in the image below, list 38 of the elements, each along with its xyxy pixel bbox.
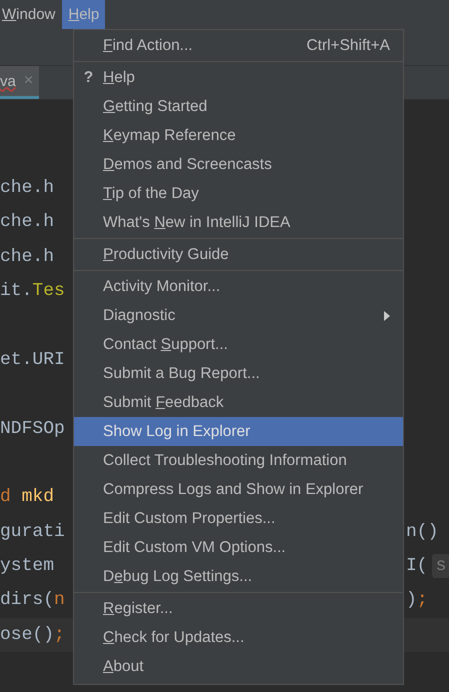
- menu-bar-item[interactable]: Window: [0, 0, 58, 29]
- code-text: gurati: [0, 522, 65, 542]
- menu-item[interactable]: Productivity Guide: [74, 240, 403, 269]
- code-text: ystem: [0, 556, 54, 576]
- menu-item[interactable]: Tip of the Day: [74, 179, 403, 208]
- code-text: n(): [406, 522, 438, 542]
- menu-item[interactable]: About: [74, 652, 403, 681]
- menu-item[interactable]: Edit Custom VM Options...: [74, 533, 403, 562]
- code-text: che.h: [0, 246, 54, 267]
- menu-item[interactable]: Submit Feedback: [74, 388, 403, 417]
- menu-item[interactable]: Edit Custom Properties...: [74, 504, 403, 533]
- menu-item[interactable]: Collect Troubleshooting Information: [74, 446, 403, 475]
- menu-item[interactable]: Register...: [74, 594, 403, 623]
- code-text: NDFSOp: [0, 418, 65, 439]
- code-text: I( s: [406, 556, 449, 576]
- code-text: che.h: [0, 178, 54, 198]
- menu-item[interactable]: Diagnostic: [74, 301, 403, 330]
- editor-tab[interactable]: va ×: [0, 66, 40, 99]
- menu-item[interactable]: Find Action... Ctrl+Shift+A: [74, 31, 403, 60]
- menu-item[interactable]: Activity Monitor...: [74, 272, 403, 301]
- menu-item[interactable]: Debug Log Settings...: [74, 562, 403, 591]
- code-text: it.Tes: [0, 280, 65, 301]
- code-text: che.h: [0, 212, 54, 232]
- menu-item[interactable]: What's New in IntelliJ IDEA: [74, 208, 403, 237]
- menu-item[interactable]: Keymap Reference: [74, 121, 403, 150]
- code-text: dirs(n: [0, 590, 65, 610]
- menu-item[interactable]: Submit a Bug Report...: [74, 359, 403, 388]
- code-text: );: [406, 590, 428, 610]
- menu-item[interactable]: Demos and Screencasts: [74, 150, 403, 179]
- menu-item[interactable]: Contact Support...: [74, 330, 403, 359]
- code-text: ose();: [0, 624, 65, 645]
- menu-item[interactable]: Show Log in Explorer: [74, 417, 403, 446]
- code-text: d mkd: [0, 487, 54, 508]
- code-text: et.URI: [0, 350, 65, 370]
- menu-item[interactable]: Getting Started: [74, 92, 403, 121]
- menu-item[interactable]: ? Help: [74, 63, 403, 92]
- menu-item[interactable]: Check for Updates...: [74, 623, 403, 652]
- menu-item[interactable]: Compress Logs and Show in Explorer: [74, 475, 403, 504]
